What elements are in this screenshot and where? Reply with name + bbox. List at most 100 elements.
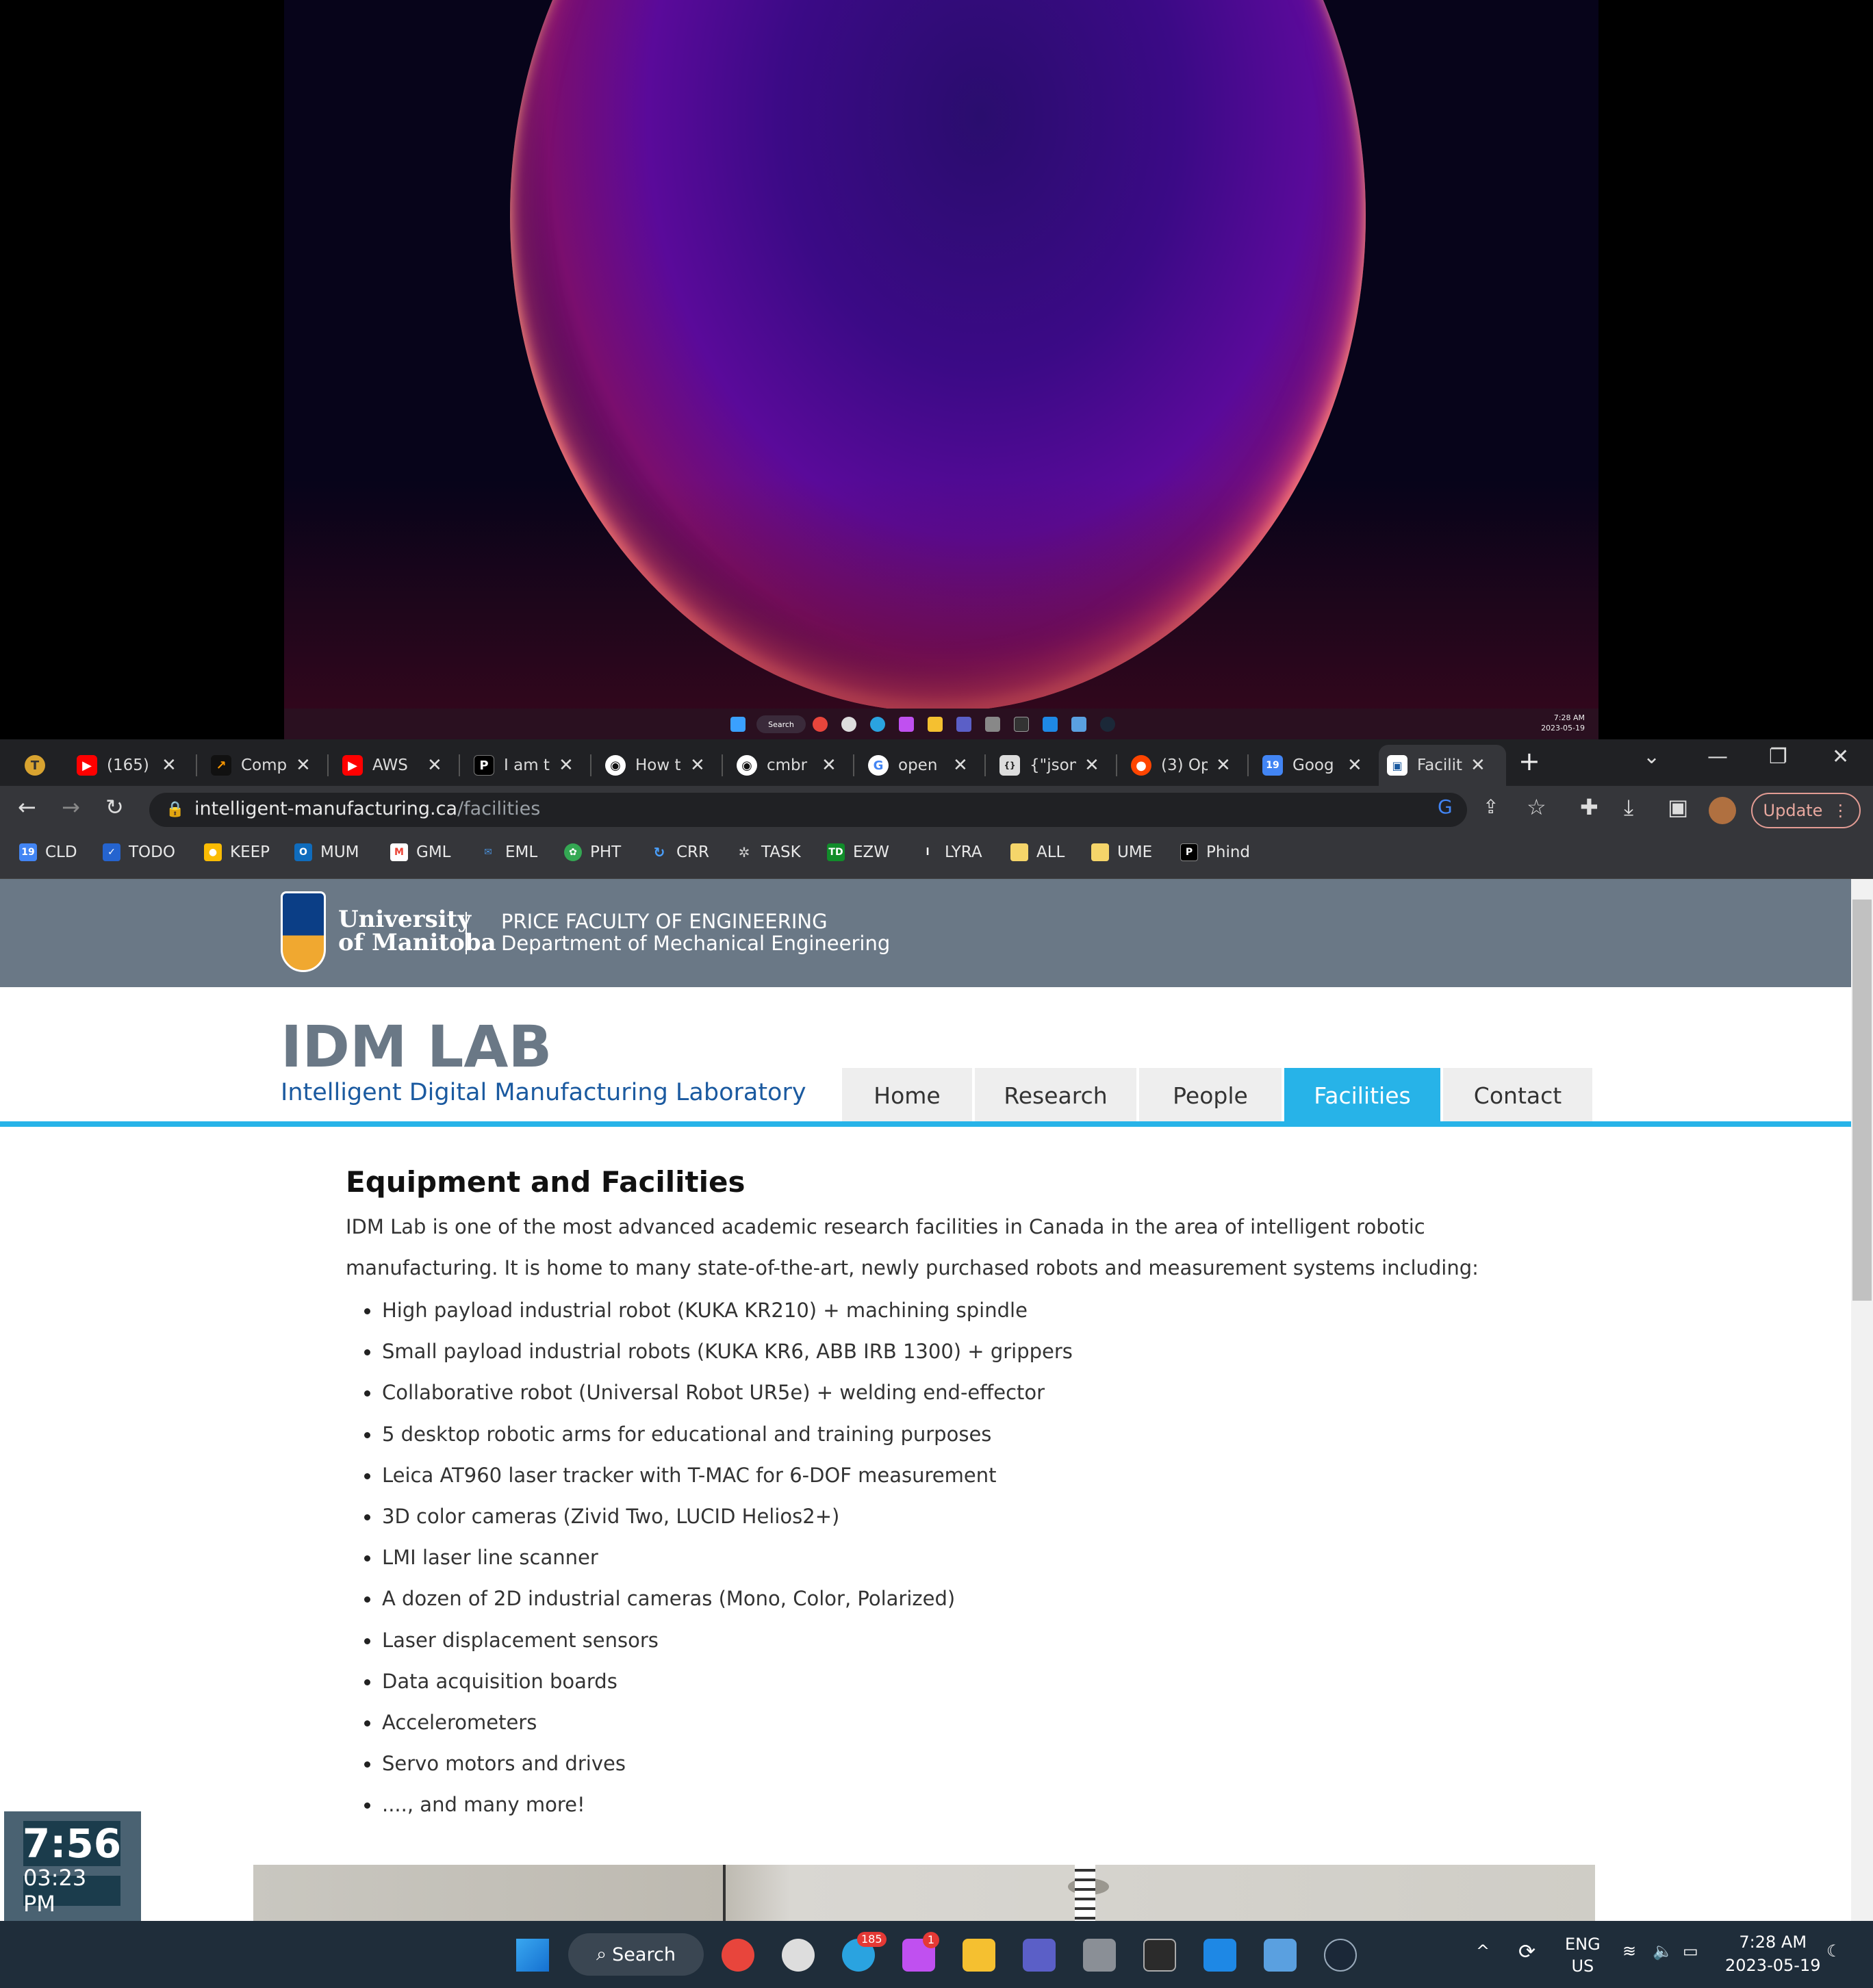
restore-icon[interactable]: ❐ — [1769, 745, 1787, 769]
tab-7[interactable]: G open ✕ — [860, 745, 968, 786]
taskbar-search[interactable]: ⌕ Search — [568, 1933, 704, 1976]
file-explorer-icon[interactable] — [963, 1939, 995, 1972]
tab-6[interactable]: ◉ cmbr ✕ — [728, 745, 837, 786]
chrome-icon[interactable] — [722, 1939, 754, 1972]
mini-start-icon[interactable] — [730, 717, 746, 732]
close-icon[interactable]: ✕ — [1216, 755, 1231, 776]
bookmark-phind[interactable]: P Phind — [1180, 843, 1250, 861]
tab-separator — [1247, 754, 1249, 776]
sync-icon[interactable]: ⟳ — [1518, 1940, 1536, 1964]
nav-people[interactable]: People — [1139, 1068, 1282, 1123]
windows-start-icon[interactable] — [516, 1939, 549, 1972]
profile-avatar[interactable] — [1709, 797, 1736, 824]
battery-icon[interactable]: ▭ — [1683, 1941, 1698, 1961]
tab-profile[interactable]: T — [14, 745, 55, 786]
wifi-icon[interactable]: ≋ — [1622, 1941, 1636, 1961]
nav-facilities[interactable]: Facilities — [1284, 1068, 1440, 1123]
minimize-icon[interactable]: — — [1707, 745, 1728, 769]
window-close-icon[interactable]: ✕ — [1832, 745, 1849, 769]
teams-icon[interactable] — [1023, 1939, 1056, 1972]
taskbar-clock[interactable]: 7:28 AM 2023-05-19 — [1725, 1930, 1820, 1977]
close-icon[interactable]: ✕ — [559, 755, 574, 776]
close-icon[interactable]: ✕ — [821, 755, 837, 776]
close-icon[interactable]: ✕ — [427, 755, 442, 776]
clock-app-icon[interactable] — [782, 1939, 815, 1972]
search-label: Search — [612, 1944, 676, 1965]
department-name[interactable]: Department of Mechanical Engineering — [501, 932, 890, 954]
tab-3[interactable]: ▶ AWS ✕ — [334, 745, 442, 786]
faculty-name[interactable]: PRICE FACULTY OF ENGINEERING — [501, 910, 890, 932]
close-icon[interactable]: ✕ — [1084, 755, 1099, 776]
nav-home[interactable]: Home — [842, 1068, 972, 1123]
bookmark-mum[interactable]: O MUM — [294, 843, 359, 861]
nav-research[interactable]: Research — [975, 1068, 1136, 1123]
update-button[interactable]: Update ⋮ — [1751, 793, 1861, 828]
bookmark-task[interactable]: ✲ TASK — [735, 843, 801, 861]
bookmark-ume[interactable]: UME — [1091, 843, 1152, 861]
mini-steam-icon[interactable] — [1100, 717, 1115, 732]
bookmark-ezw[interactable]: TD EZW — [827, 843, 889, 861]
university-shield-logo[interactable] — [281, 891, 326, 972]
close-icon[interactable]: ✕ — [1347, 755, 1362, 776]
mini-vscode-icon[interactable] — [1043, 717, 1058, 732]
mini-folder-icon[interactable] — [928, 717, 943, 732]
bookmark-crr[interactable]: ↻ CRR — [650, 843, 709, 861]
close-icon[interactable]: ✕ — [953, 755, 968, 776]
bookmark-eml[interactable]: ✉ EML — [479, 843, 537, 861]
tray-chevron-icon[interactable]: ^ — [1476, 1941, 1490, 1961]
tab-9[interactable]: ● (3) Op ✕ — [1123, 745, 1231, 786]
download-icon[interactable]: ⤓ — [1624, 794, 1633, 821]
close-icon[interactable]: ✕ — [296, 755, 311, 776]
steam-icon[interactable] — [1324, 1939, 1357, 1972]
notification-moon-icon[interactable]: ☾ — [1826, 1941, 1842, 1961]
bookmark-lyra[interactable]: l LYRA — [919, 843, 982, 861]
tab-10[interactable]: 19 Goog ✕ — [1254, 745, 1362, 786]
close-icon[interactable]: ✕ — [1470, 755, 1486, 776]
mini-app-icon[interactable] — [899, 717, 914, 732]
vscode-icon[interactable] — [1203, 1939, 1236, 1972]
reload-icon[interactable]: ↻ — [105, 794, 124, 820]
mini-terminal-icon[interactable] — [1014, 717, 1029, 732]
mini-search[interactable]: Search — [756, 715, 806, 733]
bookmark-all[interactable]: ALL — [1010, 843, 1065, 861]
mini-app2-icon[interactable] — [985, 717, 1000, 732]
app2-icon[interactable] — [1083, 1939, 1116, 1972]
tab-2[interactable]: ↗ Comp ✕ — [203, 745, 311, 786]
new-tab-button[interactable]: + — [1518, 746, 1540, 776]
bookmark-star-icon[interactable]: ☆ — [1527, 794, 1546, 820]
forward-icon[interactable]: → — [62, 794, 80, 820]
bookmark-gml[interactable]: M GML — [390, 843, 450, 861]
list-item: Data acquisition boards — [364, 1661, 1073, 1702]
tab-search-chevron-icon[interactable]: ⌄ — [1643, 745, 1660, 769]
close-icon[interactable]: ✕ — [162, 755, 177, 776]
scrollbar-thumb[interactable] — [1852, 900, 1872, 1301]
bookmark-todo[interactable]: ✓ TODO — [103, 843, 175, 861]
back-icon[interactable]: ← — [18, 794, 36, 820]
close-icon[interactable]: ✕ — [690, 755, 705, 776]
mini-telegram-icon[interactable] — [870, 717, 885, 732]
terminal-icon[interactable] — [1143, 1939, 1176, 1972]
mini-clock-icon[interactable] — [841, 717, 856, 732]
volume-icon[interactable]: 🔈 — [1653, 1941, 1673, 1961]
tab-1[interactable]: ▶ (165) ✕ — [68, 745, 177, 786]
bookmark-keep[interactable]: ● KEEP — [204, 843, 270, 861]
url-text[interactable]: intelligent-manufacturing.ca/facilities — [194, 798, 540, 819]
mini-teams-icon[interactable] — [956, 717, 971, 732]
side-panel-icon[interactable]: ▣ — [1668, 794, 1688, 820]
tab-5[interactable]: ◉ How t ✕ — [597, 745, 705, 786]
mini-notepad-icon[interactable] — [1071, 717, 1086, 732]
tab-8[interactable]: {} {"json ✕ — [991, 745, 1099, 786]
extensions-icon[interactable]: ✚ — [1580, 794, 1598, 820]
language-indicator[interactable]: ENG US — [1565, 1933, 1601, 1977]
tab-active-facilities[interactable]: ▣ Facilit ✕ — [1379, 745, 1506, 786]
notepad-icon[interactable] — [1264, 1939, 1297, 1972]
bookmark-cld[interactable]: 19 CLD — [19, 843, 77, 861]
mini-chrome-icon[interactable] — [813, 717, 828, 732]
clock-widget-small-time: 03:23 PM — [23, 1865, 120, 1917]
tab-4[interactable]: P I am t ✕ — [466, 745, 574, 786]
university-wordmark[interactable]: University of Manitoba — [338, 908, 496, 954]
bookmark-pht[interactable]: ✿ PHT — [564, 843, 621, 861]
nav-contact[interactable]: Contact — [1443, 1068, 1592, 1123]
google-lens-icon[interactable]: G — [1438, 795, 1453, 818]
share-icon[interactable]: ⇪ — [1483, 795, 1499, 818]
